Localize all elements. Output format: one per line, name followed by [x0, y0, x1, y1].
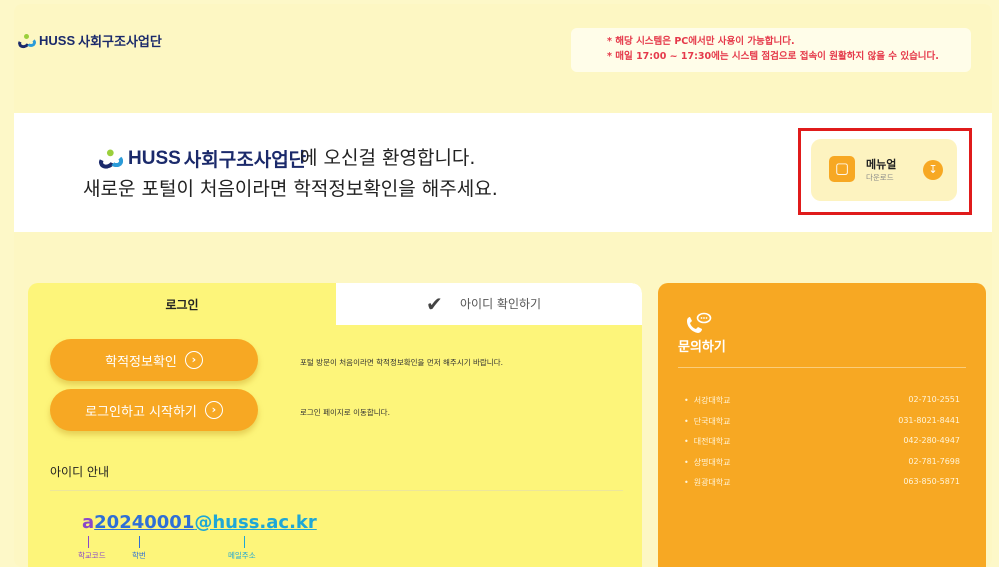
huss-logo-icon [97, 149, 124, 171]
contact-name: 대전대학교 [684, 437, 731, 446]
notice-line-pc-only: * 해당 시스템은 PC에서만 사용이 가능합니다. [607, 36, 795, 47]
email-pointer [244, 536, 245, 548]
system-notice: * 해당 시스템은 PC에서만 사용이 가능합니다. * 매일 17:00 ~ … [571, 28, 971, 72]
chevron-right-icon: › [204, 401, 223, 419]
welcome-logo: HUSS 사회구조사업단 [97, 145, 307, 172]
logo-text-en: HUSS [39, 33, 76, 48]
welcome-message: 에 오신걸 환영합니다. [300, 147, 476, 169]
contact-name: 단국대학교 [684, 417, 731, 426]
login-tabs: 로그인 ✔ 아이디 확인하기 [28, 283, 642, 325]
id-example: a20240001@huss.ac.kr [82, 512, 317, 533]
manual-subtitle: 다운로드 [866, 173, 894, 182]
contact-phone: 063-850-5871 [903, 477, 960, 486]
phone-chat-icon [687, 312, 712, 333]
contact-item: 단국대학교 031-8021-8441 [684, 416, 960, 437]
contact-item: 원광대학교 063-850-5871 [684, 477, 960, 498]
chevron-right-icon: › [184, 351, 203, 369]
contact-name: 상명대학교 [684, 458, 731, 467]
label-student-number: 학번 [132, 551, 146, 560]
welcome-banner: HUSS 사회구조사업단 에 오신걸 환영합니다. 새로운 포털이 처음이라면 … [14, 113, 992, 232]
download-icon: ↧ [923, 160, 943, 180]
contact-list: 서강대학교 02-710-2551 단국대학교 031-8021-8441 대전대학… [684, 395, 960, 498]
divider [50, 490, 623, 491]
welcome-logo-ko: 사회구조사업단 [183, 149, 307, 171]
huss-logo-icon [16, 33, 36, 50]
login-start-label: 로그인하고 시작하기 [85, 404, 197, 420]
manual-title: 메뉴얼 [866, 158, 897, 171]
manual-highlight-frame: ▢ 메뉴얼 다운로드 ↧ [798, 128, 972, 215]
logo-text-ko: 사회구조사업단 [78, 35, 162, 50]
check-icon: ✔ [426, 292, 443, 316]
contact-name: 서강대학교 [684, 396, 731, 405]
code-pointer [88, 536, 89, 548]
contact-item: 상명대학교 02-781-7698 [684, 457, 960, 478]
verify-academic-info-button[interactable]: 학적정보확인 › [50, 339, 258, 381]
divider [678, 367, 966, 368]
contact-phone: 042-280-4947 [903, 436, 960, 445]
tab-login[interactable]: 로그인 [28, 283, 336, 325]
tab-id-check-label: 아이디 확인하기 [460, 297, 542, 311]
id-example-number: 20240001 [94, 512, 195, 533]
contact-title: 문의하기 [678, 340, 726, 355]
contact-phone: 02-781-7698 [908, 456, 960, 466]
monitor-icon: ▢ [829, 156, 855, 182]
contact-phone: 02-710-2551 [908, 395, 960, 404]
welcome-instruction: 새로운 포털이 처음이라면 학적정보확인을 해주세요. [83, 178, 498, 200]
huss-logo[interactable]: HUSS 사회구조사업단 [16, 31, 162, 50]
contact-item: 대전대학교 042-280-4947 [684, 436, 960, 457]
id-example-code: a [82, 512, 95, 533]
contact-panel: 문의하기 서강대학교 02-710-2551 단국대학교 031-8021-8441… [658, 283, 986, 567]
contact-item: 서강대학교 02-710-2551 [684, 395, 960, 416]
verify-button-label: 학적정보확인 [105, 354, 177, 370]
label-email: 메일주소 [228, 551, 256, 560]
manual-download-button[interactable]: ▢ 메뉴얼 다운로드 ↧ [811, 139, 957, 201]
id-guide-title: 아이디 안내 [50, 465, 110, 479]
contact-name: 원광대학교 [684, 478, 731, 487]
login-start-description: 로그인 페이지로 이동합니다. [300, 408, 390, 417]
notice-line-maintenance: * 매일 17:00 ~ 17:30에는 시스템 점검으로 접속이 원활하지 않… [607, 51, 939, 62]
number-pointer [139, 536, 140, 548]
id-example-domain: @huss.ac.kr [194, 512, 317, 533]
welcome-logo-en: HUSS [128, 147, 181, 169]
tab-id-check[interactable]: ✔ 아이디 확인하기 [336, 283, 642, 325]
login-panel: 로그인 ✔ 아이디 확인하기 학적정보확인 › 포털 방문이 처음이라면 학적정… [28, 283, 642, 567]
label-school-code: 학교코드 [78, 551, 106, 560]
verify-description: 포털 방문이 처음이라면 학적정보확인을 먼저 해주시기 바랍니다. [300, 358, 503, 367]
contact-phone: 031-8021-8441 [898, 415, 960, 425]
login-start-button[interactable]: 로그인하고 시작하기 › [50, 389, 258, 431]
